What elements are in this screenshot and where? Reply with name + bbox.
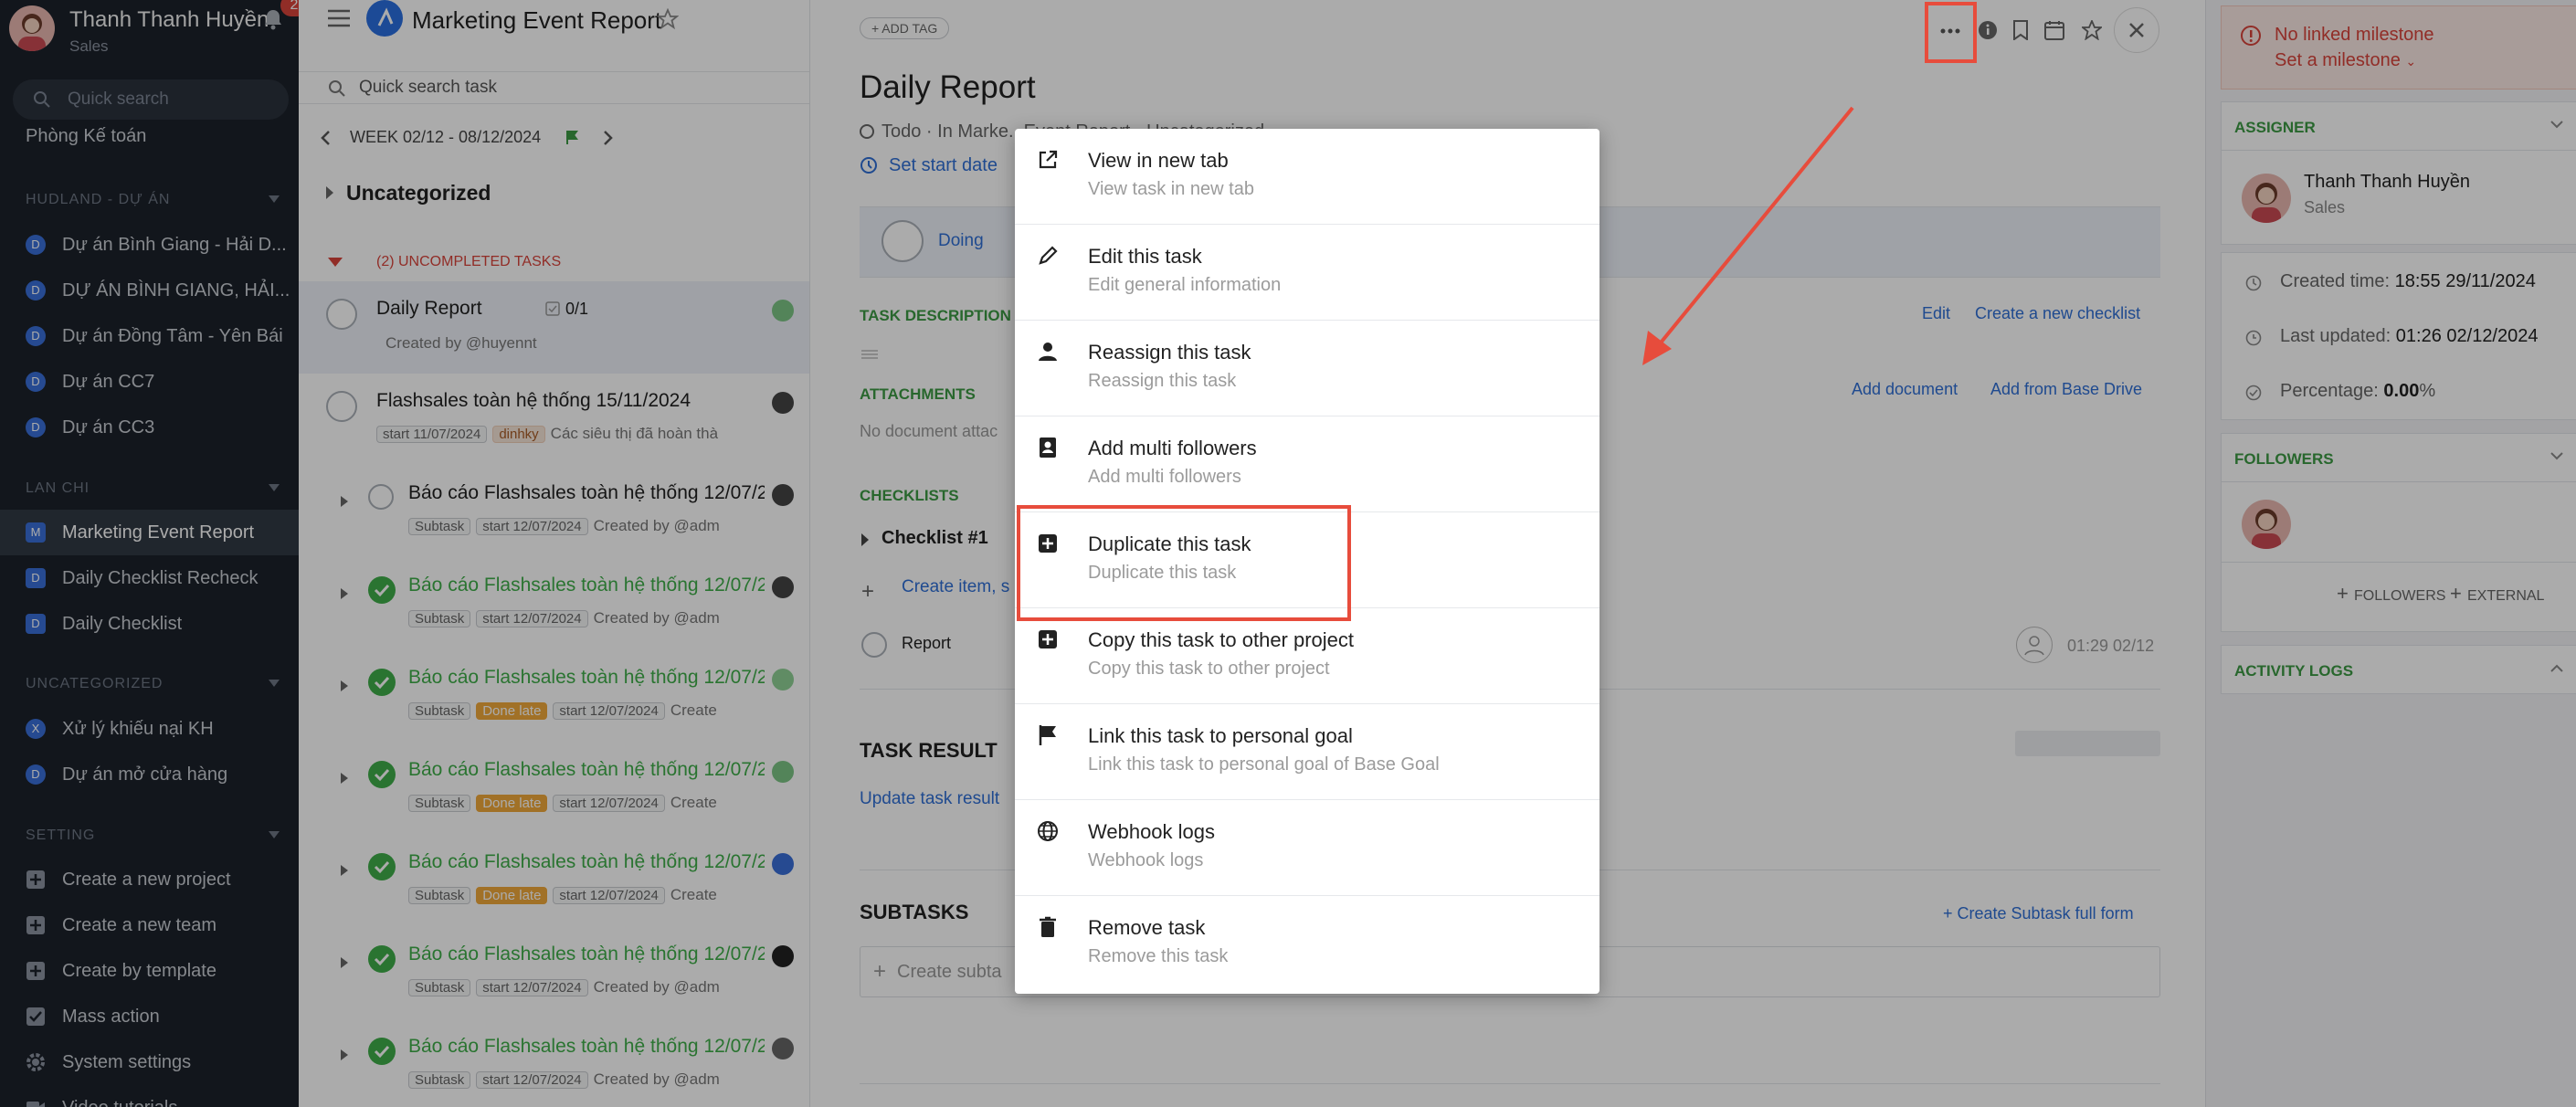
- menu-item-label: Reassign this task: [1088, 341, 1251, 364]
- contacts-icon: [1037, 437, 1059, 459]
- globe-icon: [1037, 820, 1059, 842]
- menu-item-sublabel: Webhook logs: [1088, 850, 1204, 870]
- menu-item-label: View in new tab: [1088, 149, 1229, 172]
- menu-item-view-in-new-tab[interactable]: View in new tab View task in new tab: [1015, 129, 1599, 225]
- menu-item-label: Webhook logs: [1088, 820, 1216, 843]
- menu-item-sublabel: Remove this task: [1088, 946, 1229, 966]
- menu-item-label: Edit this task: [1088, 245, 1202, 268]
- menu-item-label: Remove task: [1088, 916, 1206, 939]
- annotation-arrow-icon: [1642, 106, 1854, 365]
- person-icon: [1037, 341, 1059, 363]
- menu-item-sublabel: View task in new tab: [1088, 179, 1254, 199]
- menu-item-webhook-logs[interactable]: Webhook logs Webhook logs: [1015, 800, 1599, 896]
- menu-item-copy-to-project[interactable]: Copy this task to other project Copy thi…: [1015, 608, 1599, 704]
- menu-item-reassign[interactable]: Reassign this task Reassign this task: [1015, 321, 1599, 416]
- flag-icon: [1037, 724, 1059, 746]
- menu-item-edit-task[interactable]: Edit this task Edit general information: [1015, 225, 1599, 321]
- highlight-duplicate-task: [1017, 505, 1351, 621]
- plus-square-icon: [1037, 628, 1059, 650]
- menu-item-link-goal[interactable]: Link this task to personal goal Link thi…: [1015, 704, 1599, 800]
- menu-item-label: Link this task to personal goal: [1088, 724, 1353, 747]
- menu-item-sublabel: Reassign this task: [1088, 371, 1237, 391]
- menu-item-label: Add multi followers: [1088, 437, 1257, 459]
- menu-item-sublabel: Link this task to personal goal of Base …: [1088, 754, 1440, 775]
- menu-item-sublabel: Copy this task to other project: [1088, 659, 1330, 679]
- menu-item-sublabel: Edit general information: [1088, 275, 1282, 295]
- menu-item-label: Copy this task to other project: [1088, 628, 1355, 651]
- menu-item-remove-task[interactable]: Remove task Remove this task: [1015, 896, 1599, 992]
- menu-item-add-followers[interactable]: Add multi followers Add multi followers: [1015, 416, 1599, 512]
- highlight-more-options: [1925, 2, 1977, 63]
- pencil-icon: [1037, 245, 1059, 267]
- menu-item-sublabel: Add multi followers: [1088, 467, 1241, 487]
- trash-icon: [1037, 916, 1059, 938]
- external-link-icon: [1037, 149, 1059, 171]
